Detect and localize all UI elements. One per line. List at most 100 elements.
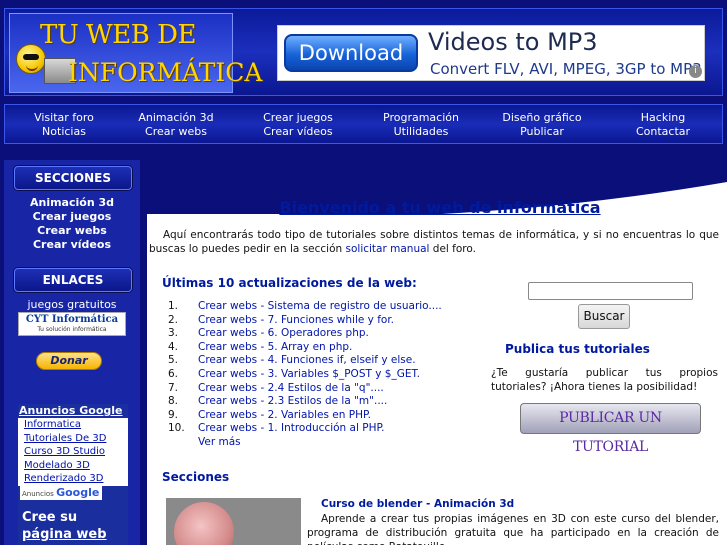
list-number: 8.	[168, 395, 179, 408]
list-item: 7. Crear webs - 2.4 Estilos de la "q"....	[162, 382, 492, 396]
google-ad-cta[interactable]: Anuncios Google Cree su página web	[18, 486, 128, 545]
ver-mas-link[interactable]: Ver más	[198, 436, 241, 448]
google-ads-heading[interactable]: Anuncios Google	[18, 404, 128, 418]
list-item: 4. Crear webs - 5. Array en php.	[162, 341, 492, 355]
list-number: 9.	[168, 408, 179, 421]
nav-column: Diseño gráfico Publicar	[483, 111, 601, 139]
list-number: 4.	[168, 340, 179, 353]
info-icon[interactable]: i	[689, 65, 702, 78]
intro-paragraph: Aquí encontrarás todo tipo de tutoriales…	[149, 228, 719, 256]
list-item: 10. Crear webs - 1. Introducción al PHP.	[162, 422, 492, 436]
nav-crear-webs[interactable]: Crear webs	[117, 125, 235, 139]
update-link[interactable]: Crear webs - 5. Array en php.	[198, 341, 352, 355]
main-content: Bienvenido a tu web de informática Aquí …	[147, 160, 727, 545]
nav-column: Visitar foro Noticias	[5, 111, 123, 139]
page-title: Bienvenido a tu web de informática	[279, 198, 601, 217]
list-item: 1. Crear webs - Sistema de registro de us…	[162, 300, 492, 314]
update-link[interactable]: Crear webs - 2.3 Estilos de la "m"....	[198, 395, 387, 409]
update-link[interactable]: Crear webs - 2.4 Estilos de la "q"....	[198, 382, 384, 396]
juegos-gratuitos-link[interactable]: juegos gratuitos	[4, 298, 140, 311]
list-number: 3.	[168, 327, 179, 340]
nav-animacion-3d[interactable]: Animación 3d	[117, 111, 235, 125]
nav-crear-videos[interactable]: Crear vídeos	[239, 125, 357, 139]
sidebar-item-crear-webs[interactable]: Crear webs	[4, 224, 140, 238]
google-ads-brand-big: Google	[56, 486, 100, 499]
nav-column: Animación 3d Crear webs	[117, 111, 235, 139]
cyt-subtitle: Tu solución informática	[37, 326, 107, 333]
list-item: 9. Crear webs - 2. Variables en PHP.	[162, 409, 492, 423]
ad-subtitle: Convert FLV, AVI, MPEG, 3GP to MP3	[430, 60, 702, 78]
nav-column: Hacking Contactar	[604, 111, 722, 139]
list-number: 2.	[168, 313, 179, 326]
list-number: 10.	[168, 422, 185, 435]
sidebar-item-animacion-3d[interactable]: Animación 3d	[4, 196, 140, 210]
update-link[interactable]: Crear webs - Sistema de registro de usua…	[198, 300, 442, 314]
update-link[interactable]: Crear webs - 1. Introducción al PHP.	[198, 422, 385, 436]
update-link[interactable]: Crear webs - 2. Variables en PHP.	[198, 409, 371, 423]
nav-column: Crear juegos Crear vídeos	[239, 111, 357, 139]
publica-text: ¿Te gustaría publicar tus propios tutori…	[491, 367, 718, 393]
nav-hacking[interactable]: Hacking	[604, 111, 722, 125]
site-header: TU WEB DE INFORMÁTICA Download Videos to…	[4, 8, 723, 96]
publicar-tutorial-button[interactable]: PUBLICAR UN TUTORIAL	[520, 403, 701, 455]
cyt-informatica-banner[interactable]: CYT Informática Tu solución informática	[18, 312, 126, 336]
list-item: 8. Crear webs - 2.3 Estilos de la "m"....	[162, 395, 492, 409]
sidebar-heading-enlaces: ENLACES	[14, 268, 132, 292]
nav-programacion[interactable]: Programación	[362, 111, 480, 125]
ad-link[interactable]: Informatica	[18, 418, 128, 432]
main-nav: Visitar foro Noticias Animación 3d Crear…	[4, 104, 723, 144]
logo-text-line2: INFORMÁTICA	[68, 58, 263, 87]
nav-column: Programación Utilidades	[362, 111, 480, 139]
nav-diseno-grafico[interactable]: Diseño gráfico	[483, 111, 601, 125]
donate-button[interactable]: Donar	[36, 352, 102, 370]
sidebar: SECCIONES Animación 3d Crear juegos Crea…	[4, 160, 140, 545]
list-item: 2. Crear webs - 7. Funciones while y for.	[162, 314, 492, 328]
update-link[interactable]: Crear webs - 7. Funciones while y for.	[198, 314, 394, 328]
search-input[interactable]	[528, 282, 693, 300]
course-description: Aprende a crear tus propias imágenes en …	[307, 513, 719, 545]
course-thumbnail[interactable]	[166, 498, 301, 545]
ad-link[interactable]: Curso 3D Studio	[18, 445, 128, 459]
nav-contactar[interactable]: Contactar	[604, 125, 722, 139]
nav-utilidades[interactable]: Utilidades	[362, 125, 480, 139]
ad-title: Videos to MP3	[428, 28, 598, 56]
sidebar-heading-secciones: SECCIONES	[14, 166, 132, 190]
list-number: 1.	[168, 300, 179, 312]
google-ads-box: Anuncios Google Informatica Tutoriales D…	[18, 404, 128, 545]
cyt-title: CYT Informática	[25, 314, 119, 325]
ad-cta-line2[interactable]: página web	[22, 527, 107, 542]
list-number: 5.	[168, 354, 179, 367]
search-button[interactable]: Buscar	[578, 304, 630, 329]
update-link[interactable]: Crear webs - 6. Operadores php.	[198, 327, 369, 341]
ad-link[interactable]: Renderizado 3D	[18, 472, 128, 486]
ad-link[interactable]: Modelado 3D	[18, 459, 128, 473]
ad-link[interactable]: Tutoriales De 3D	[18, 432, 128, 446]
nav-noticias[interactable]: Noticias	[5, 125, 123, 139]
list-number: 7.	[168, 381, 179, 394]
update-link[interactable]: Crear webs - 4. Funciones if, elseif y e…	[198, 354, 416, 368]
sidebar-item-crear-videos[interactable]: Crear vídeos	[4, 238, 140, 252]
nav-visitar-foro[interactable]: Visitar foro	[5, 111, 123, 125]
google-ads-brand-small: Anuncios	[22, 490, 54, 498]
list-number: 6.	[168, 367, 179, 380]
secciones-heading: Secciones	[162, 470, 230, 484]
nav-crear-juegos[interactable]: Crear juegos	[239, 111, 357, 125]
download-button[interactable]: Download	[284, 34, 418, 72]
sidebar-secciones-list: Animación 3d Crear juegos Crear webs Cre…	[4, 196, 140, 252]
solicitar-manual-link[interactable]: solicitar manual	[346, 243, 430, 255]
ad-banner[interactable]: Download Videos to MP3 Convert FLV, AVI,…	[277, 25, 705, 81]
publica-heading: Publica tus tutoriales	[505, 342, 650, 356]
google-ads-brand: Anuncios Google	[20, 486, 102, 500]
updates-heading: Últimas 10 actualizaciones de la web:	[162, 276, 417, 290]
site-logo[interactable]: TU WEB DE INFORMÁTICA	[9, 13, 262, 93]
nav-publicar[interactable]: Publicar	[483, 125, 601, 139]
update-link[interactable]: Crear webs - 3. Variables $_POST y $_GET…	[198, 368, 420, 382]
ad-cta-line1: Cree su	[22, 510, 78, 525]
list-item: 6. Crear webs - 3. Variables $_POST y $_G…	[162, 368, 492, 382]
intro-text-end: del foro.	[429, 243, 476, 255]
course-title[interactable]: Curso de blender - Animación 3d	[321, 498, 514, 510]
updates-list: 1. Crear webs - Sistema de registro de us…	[162, 300, 492, 436]
sidebar-item-crear-juegos[interactable]: Crear juegos	[4, 210, 140, 224]
logo-text-line1: TU WEB DE	[40, 20, 196, 50]
list-item: 5. Crear webs - 4. Funciones if, elseif y…	[162, 354, 492, 368]
